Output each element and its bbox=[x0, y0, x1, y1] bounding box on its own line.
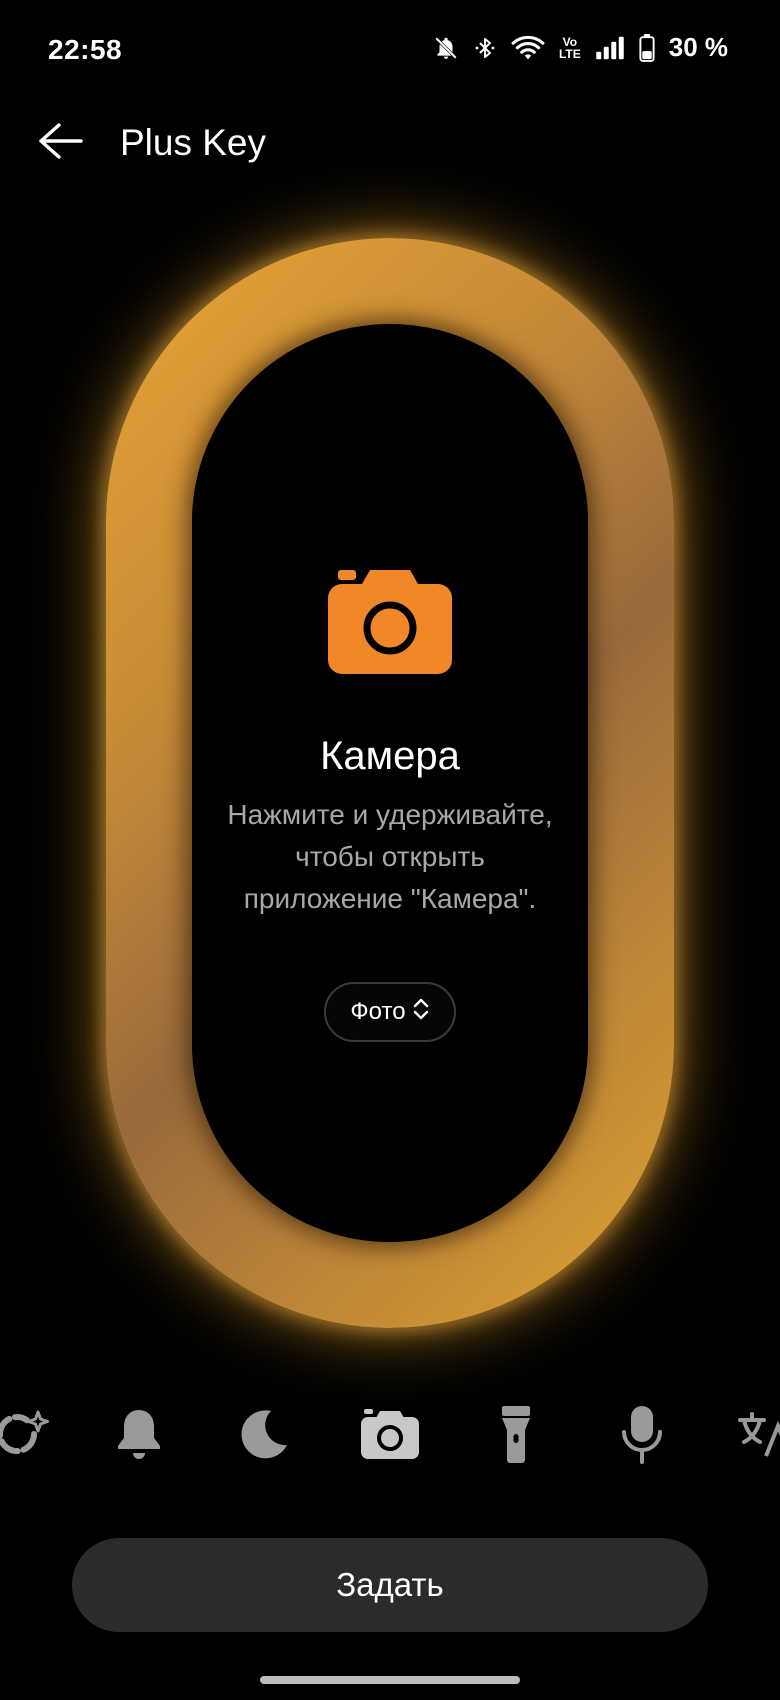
shortcut-recorder[interactable] bbox=[610, 1404, 674, 1468]
status-icons: Vo LTE 30 % bbox=[433, 32, 728, 63]
wifi-icon bbox=[511, 35, 545, 61]
flashlight-icon bbox=[499, 1404, 533, 1469]
battery-icon bbox=[639, 33, 655, 62]
bell-off-icon bbox=[433, 35, 459, 61]
status-bar: 22:58 Vo LTE 30 % bbox=[0, 0, 780, 100]
chevron-up-down-icon bbox=[412, 996, 430, 1029]
signal-icon bbox=[595, 35, 625, 61]
camera-icon bbox=[361, 1408, 419, 1464]
mode-select[interactable]: Фото bbox=[324, 982, 456, 1042]
moon-icon bbox=[237, 1407, 291, 1466]
shortcut-flashlight[interactable] bbox=[484, 1404, 548, 1468]
bell-icon bbox=[113, 1406, 165, 1467]
home-indicator[interactable] bbox=[260, 1676, 520, 1684]
feature-title: Камера bbox=[320, 734, 460, 778]
ai-sparkle-icon bbox=[0, 1404, 50, 1469]
mode-select-value: Фото bbox=[350, 998, 406, 1025]
shortcut-translate[interactable] bbox=[732, 1404, 780, 1468]
bluetooth-icon bbox=[473, 35, 497, 61]
shortcut-carousel[interactable] bbox=[0, 1398, 780, 1478]
set-button[interactable]: Задать bbox=[72, 1538, 708, 1632]
camera-icon bbox=[328, 570, 452, 674]
arrow-left-icon bbox=[35, 121, 85, 166]
back-button[interactable] bbox=[32, 118, 88, 168]
shortcut-camera[interactable] bbox=[358, 1404, 422, 1468]
shortcut-ringer[interactable] bbox=[107, 1404, 171, 1468]
plus-key-ring-inner bbox=[192, 324, 588, 1242]
shortcut-do-not-disturb[interactable] bbox=[232, 1404, 296, 1468]
plus-key-preview: Камера Нажмите и удерживайте, чтобы откр… bbox=[0, 200, 780, 1350]
shortcut-ai[interactable] bbox=[0, 1404, 52, 1468]
translate-icon bbox=[736, 1406, 780, 1467]
volte-icon: Vo LTE bbox=[558, 34, 581, 61]
page-title: Plus Key bbox=[120, 122, 267, 163]
feature-description: Нажмите и удерживайте, чтобы открыть при… bbox=[227, 799, 553, 914]
battery-percent: 30 % bbox=[668, 32, 728, 62]
app-header: Plus Key bbox=[0, 100, 780, 190]
microphone-icon bbox=[620, 1404, 664, 1469]
status-time: 22:58 bbox=[48, 34, 123, 65]
